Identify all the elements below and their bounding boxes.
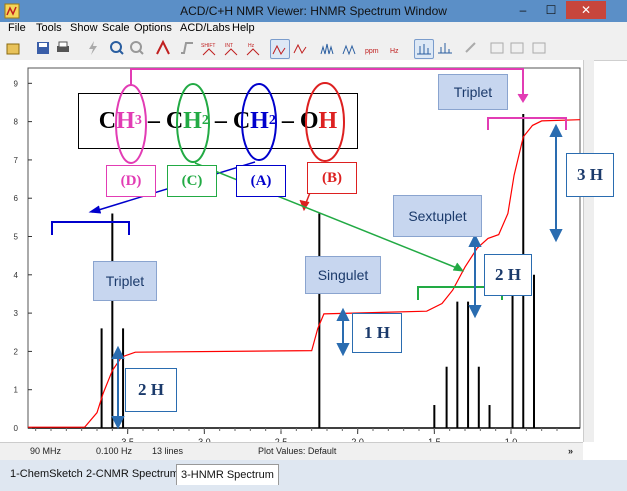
- peak-pick-icon[interactable]: [154, 39, 172, 57]
- maximize-button[interactable]: ☐: [538, 1, 564, 19]
- title-bar: ACD/C+H NMR Viewer: HNMR Spectrum Window…: [0, 0, 627, 23]
- label-b: (B): [307, 162, 357, 194]
- y-tick-label: 4: [14, 271, 19, 280]
- status-resolution: 0.100 Hz: [96, 446, 133, 456]
- menu-file[interactable]: File: [8, 22, 26, 34]
- status-bar: 90 MHz 0.100 Hz 13 lines Plot Values: De…: [0, 442, 583, 461]
- close-button[interactable]: ✕: [566, 1, 606, 19]
- tab-hnmr-spectrum[interactable]: 3-HNMR Spectrum: [176, 464, 279, 485]
- minimize-button[interactable]: –: [510, 1, 536, 19]
- integral-tool-icon[interactable]: [178, 39, 196, 57]
- svg-text:ppm: ppm: [365, 48, 379, 55]
- y-tick-label: 1: [14, 386, 19, 395]
- y-tick-label: 7: [14, 156, 19, 165]
- y-tick-label: 8: [14, 118, 19, 127]
- menu-show[interactable]: Show: [70, 22, 98, 34]
- export-icon[interactable]: [530, 39, 548, 57]
- assign-icon[interactable]: [508, 39, 526, 57]
- multiplet-alt-icon[interactable]: [340, 39, 358, 57]
- singulet-callout: Singulet: [305, 256, 381, 294]
- y-tick-label: 2: [14, 347, 19, 356]
- menu-bar: File Tools Show Scale Options ACD/Labs H…: [0, 22, 627, 36]
- menu-scale[interactable]: Scale: [102, 22, 130, 34]
- status-scroll-arrow[interactable]: »: [568, 446, 573, 456]
- hz-tool-icon[interactable]: Hz: [244, 39, 262, 57]
- menu-tools[interactable]: Tools: [36, 22, 62, 34]
- label-c: (C): [167, 165, 217, 197]
- structure-icon[interactable]: [488, 39, 506, 57]
- menu-help[interactable]: Help: [232, 22, 255, 34]
- y-tick-label: 0: [14, 424, 19, 433]
- sextuplet-callout: Sextuplet: [393, 195, 482, 237]
- link-icon[interactable]: [462, 39, 480, 57]
- tab-chemsketch[interactable]: 1-ChemSketch: [6, 464, 87, 484]
- label-a: (A): [236, 165, 286, 197]
- save-icon[interactable]: [34, 39, 52, 57]
- label-d: (D): [106, 165, 156, 197]
- status-lines: 13 lines: [152, 446, 184, 456]
- print-icon[interactable]: [54, 39, 72, 57]
- y-tick-label: 6: [14, 194, 19, 203]
- multiplet-icon[interactable]: [318, 39, 336, 57]
- h2-right-label: 2 H: [484, 254, 532, 296]
- structure-formula: CH3 – CH2 – CH2 – OH: [78, 93, 358, 149]
- zoom-out-icon[interactable]: [128, 39, 146, 57]
- status-plot-values: Plot Values: Default: [258, 446, 337, 456]
- menu-options[interactable]: Options: [134, 22, 172, 34]
- int-tool-icon[interactable]: INT: [222, 39, 240, 57]
- h2-left-label: 2 H: [125, 368, 177, 412]
- status-frequency: 90 MHz: [30, 446, 62, 456]
- svg-text:INT: INT: [225, 43, 233, 49]
- h3-label: 3 H: [566, 153, 614, 197]
- h1-label: 1 H: [352, 313, 402, 353]
- menu-acdlabs[interactable]: ACD/Labs: [180, 22, 230, 34]
- tab-cnmr-spectrum[interactable]: 2-CNMR Spectrum: [82, 464, 183, 484]
- oh-nh-toggle-icon[interactable]: [292, 39, 310, 57]
- oh-nh-icon[interactable]: [270, 39, 290, 59]
- triplet-left-callout: Triplet: [93, 261, 157, 301]
- triplet-top-callout: Triplet: [438, 74, 508, 110]
- lightning-icon[interactable]: [84, 39, 102, 57]
- y-tick-label: 5: [14, 233, 19, 242]
- vertical-scrollbar[interactable]: [583, 60, 594, 442]
- svg-text:Hz: Hz: [390, 48, 399, 55]
- spectrum-view-icon[interactable]: [436, 39, 454, 57]
- shift-tool-icon[interactable]: SHIFT: [200, 39, 218, 57]
- open-icon[interactable]: [4, 39, 22, 57]
- svg-text:Hz: Hz: [248, 43, 255, 49]
- y-tick-label: 9: [14, 79, 19, 88]
- ppm-units-icon[interactable]: ppm: [364, 39, 382, 57]
- hz-units-icon[interactable]: Hz: [386, 39, 404, 57]
- y-tick-label: 3: [14, 309, 19, 318]
- zoom-in-icon[interactable]: [108, 39, 126, 57]
- svg-text:SHIFT: SHIFT: [201, 43, 215, 49]
- baseline-icon[interactable]: [414, 39, 434, 59]
- document-tabs: 1-ChemSketch 2-CNMR Spectrum 3-HNMR Spec…: [0, 460, 627, 491]
- toolbar: SHIFT INT Hz ppm Hz: [0, 36, 627, 61]
